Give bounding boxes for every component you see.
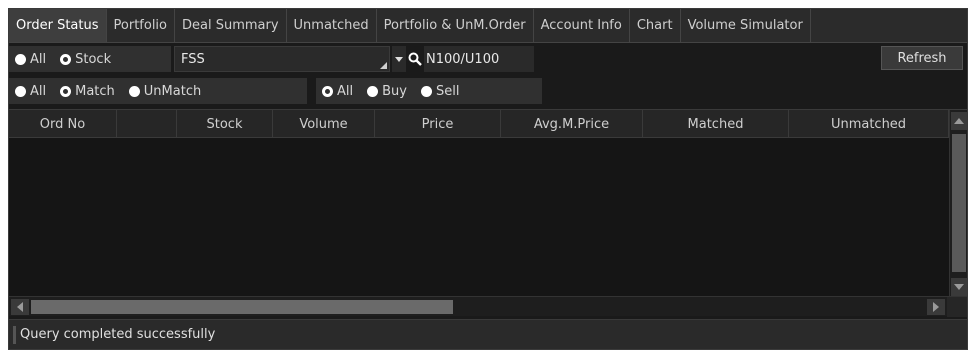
- match-all-radio[interactable]: All: [15, 84, 46, 99]
- radio-unselected-icon: [15, 85, 26, 97]
- tab-unmatched[interactable]: Unmatched: [287, 9, 377, 42]
- radio-selected-icon: [60, 85, 72, 97]
- arrow-right-icon: [933, 302, 939, 312]
- resize-grip-icon: [380, 62, 387, 69]
- filter-row-stock: All Stock FSS N100/U100 Refresh: [9, 45, 967, 73]
- column-header-avg-m-price[interactable]: Avg.M.Price: [501, 110, 643, 138]
- radio-unselected-icon: [367, 85, 379, 97]
- order-grid: Ord No Stock Volume Price Avg.M.Price Ma…: [9, 109, 967, 317]
- match-radio-group: All Match UnMatch: [9, 78, 307, 104]
- status-bar: Query completed successfully: [9, 319, 967, 349]
- arrow-left-icon: [17, 302, 23, 312]
- stock-dropdown-button[interactable]: [392, 46, 406, 72]
- side-radio-group: All Buy Sell: [316, 78, 542, 104]
- vertical-scroll-thumb[interactable]: [952, 134, 966, 272]
- order-status-window: Order Status Portfolio Deal Summary Unma…: [8, 8, 968, 350]
- arrow-down-icon: [954, 284, 964, 290]
- side-all-radio[interactable]: All: [322, 84, 353, 99]
- tab-order-status[interactable]: Order Status: [9, 9, 107, 42]
- grid-header: Ord No Stock Volume Price Avg.M.Price Ma…: [9, 110, 949, 138]
- scroll-down-button[interactable]: [951, 278, 967, 296]
- radio-selected-icon: [322, 85, 333, 97]
- scroll-right-button[interactable]: [927, 299, 945, 315]
- match-unmatch-radio[interactable]: UnMatch: [128, 84, 201, 99]
- column-header-price[interactable]: Price: [375, 110, 501, 138]
- tab-bar: Order Status Portfolio Deal Summary Unma…: [9, 9, 967, 43]
- radio-selected-icon: [60, 53, 72, 65]
- scrollbar-corner: [947, 297, 967, 317]
- scroll-up-button[interactable]: [951, 112, 967, 130]
- horizontal-scrollbar[interactable]: [9, 296, 967, 317]
- column-header-volume[interactable]: Volume: [273, 110, 375, 138]
- column-header-matched[interactable]: Matched: [643, 110, 789, 138]
- vertical-scrollbar[interactable]: [949, 110, 967, 296]
- column-header-ord-no[interactable]: Ord No: [9, 110, 117, 138]
- column-header-stock[interactable]: Stock: [177, 110, 273, 138]
- scope-all-radio[interactable]: All: [15, 52, 46, 67]
- radio-unselected-icon: [128, 85, 140, 97]
- side-sell-radio[interactable]: Sell: [420, 84, 459, 99]
- arrow-up-icon: [954, 118, 964, 124]
- column-header-unmatched[interactable]: Unmatched: [789, 110, 949, 138]
- tab-portfolio[interactable]: Portfolio: [107, 9, 175, 42]
- stock-input[interactable]: FSS: [174, 46, 390, 72]
- chevron-down-icon: [395, 56, 403, 62]
- tab-deal-summary[interactable]: Deal Summary: [175, 9, 287, 42]
- tab-account-info[interactable]: Account Info: [534, 9, 630, 42]
- refresh-button[interactable]: Refresh: [881, 46, 963, 70]
- scope-stock-radio[interactable]: Stock: [60, 52, 111, 67]
- tab-chart[interactable]: Chart: [630, 9, 681, 42]
- status-text: Query completed successfully: [20, 327, 216, 342]
- match-match-radio[interactable]: Match: [60, 84, 115, 99]
- search-button[interactable]: [406, 46, 424, 72]
- scope-radio-group: All Stock: [9, 46, 171, 72]
- side-buy-radio[interactable]: Buy: [367, 84, 407, 99]
- radio-unselected-icon: [420, 85, 432, 97]
- column-header-blank[interactable]: [117, 110, 177, 138]
- tab-portfolio-unm-order[interactable]: Portfolio & UnM.Order: [377, 9, 534, 42]
- status-grip-icon: [13, 325, 16, 344]
- scroll-left-button[interactable]: [11, 299, 29, 315]
- search-icon: [408, 52, 422, 66]
- board-label: N100/U100: [424, 46, 534, 72]
- filter-row-match: All Match UnMatch All Buy Sell: [9, 77, 967, 105]
- horizontal-scroll-thumb[interactable]: [31, 300, 453, 314]
- tab-volume-simulator[interactable]: Volume Simulator: [681, 9, 811, 42]
- radio-unselected-icon: [15, 53, 26, 65]
